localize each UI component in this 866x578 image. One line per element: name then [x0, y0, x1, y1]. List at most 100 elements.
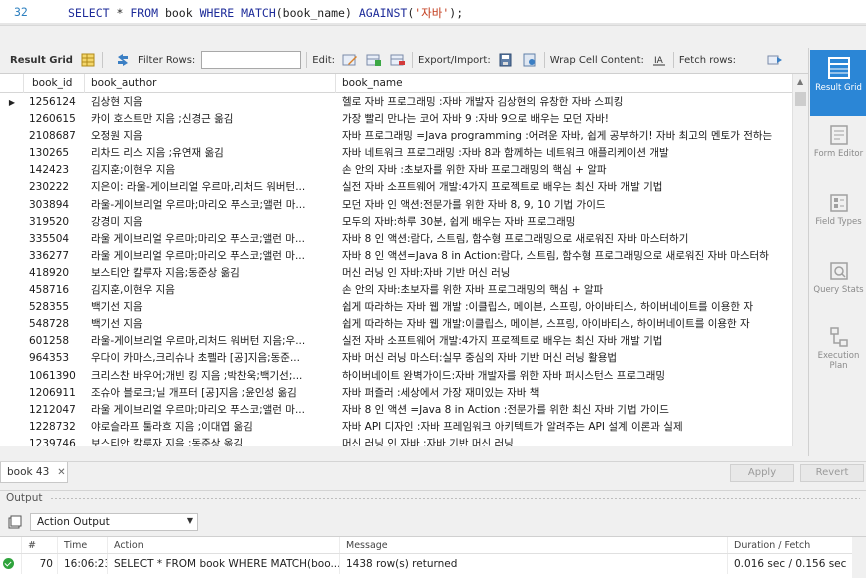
table-cell[interactable]: 지은이: 라울-게이브리얼 우르마,리처드 워버턴... [85, 179, 336, 196]
table-row[interactable]: 142423 김지훈;이현우 지음 손 안의 자바 :초보자를 위한 자바 프로그래… [0, 162, 792, 179]
row-selector[interactable] [0, 145, 24, 162]
table-cell[interactable]: 야로슬라프 툴라흐 지음 ;이대엽 옮김 [85, 419, 336, 436]
table-cell[interactable]: 모두의 자바:하루 30분, 쉽게 배우는 자바 프로그래밍 [336, 214, 792, 231]
grid-scrollbar[interactable]: ▲ [792, 74, 808, 446]
scroll-thumb[interactable] [795, 92, 806, 106]
table-cell[interactable]: 조슈아 블로크;닐 개프터 [공]지음 ;윤인성 옮김 [85, 385, 336, 402]
table-cell[interactable]: 336277 [24, 248, 85, 265]
table-cell[interactable]: 964353 [24, 350, 85, 367]
table-cell[interactable]: 1260615 [24, 111, 85, 128]
table-row[interactable]: 1260615 카이 호스트만 지음 ;신경근 옮김 가장 빨리 만나는 코어 자바… [0, 111, 792, 128]
table-cell[interactable]: 모던 자바 인 액션:전문가를 위한 자바 8, 9, 10 기법 가이드 [336, 197, 792, 214]
close-icon[interactable]: ✕ [57, 467, 65, 478]
table-cell[interactable]: 1206911 [24, 385, 85, 402]
editor-scrollbar[interactable] [0, 23, 866, 25]
fetch-next-icon[interactable] [766, 52, 784, 68]
table-cell[interactable]: 우다이 카마스,크리슈나 초펠라 [공]지음;동준... [85, 350, 336, 367]
current-row-marker[interactable]: ▶ [0, 94, 24, 111]
table-cell[interactable]: 실전 자바 소프트웨어 개발:4가지 프로젝트로 배우는 최신 자바 개발 기법 [336, 179, 792, 196]
table-row[interactable]: 1239746 보스티안 칼루자 지음 ;동준상 옮김 머신 러닝 인 자바 :자바… [0, 436, 792, 446]
table-cell[interactable]: 자바 머신 러닝 마스터:실무 중심의 자바 기반 머신 러닝 활용법 [336, 350, 792, 367]
table-cell[interactable]: 2108687 [24, 128, 85, 145]
table-row[interactable]: 130265 리차드 리스 지음 ;유연재 옮김 자바 네트워크 프로그래밍 :자바… [0, 145, 792, 162]
table-cell[interactable]: 김지훈,이현우 지음 [85, 282, 336, 299]
row-selector[interactable] [0, 419, 24, 436]
row-selector[interactable] [0, 128, 24, 145]
table-cell[interactable]: 1256124 [24, 94, 85, 111]
row-selector[interactable] [0, 248, 24, 265]
table-row[interactable]: 964353 우다이 카마스,크리슈나 초펠라 [공]지음;동준... 자바 머신 … [0, 350, 792, 367]
table-cell[interactable]: 자바 퍼즐러 :세상에서 가장 재미있는 자바 책 [336, 385, 792, 402]
column-header[interactable]: book_author [85, 74, 336, 93]
row-selector[interactable] [0, 316, 24, 333]
table-cell[interactable]: 손 안의 자바:초보자를 위한 자바 프로그래밍의 핵심 + 알파 [336, 282, 792, 299]
side-result-grid-button[interactable]: Result Grid [810, 50, 866, 116]
table-cell[interactable]: 리차드 리스 지음 ;유연재 옮김 [85, 145, 336, 162]
table-cell[interactable]: 하이버네이트 완벽가이드:자바 개발자를 위한 자바 퍼시스턴스 프로그래밍 [336, 368, 792, 385]
table-cell[interactable]: 쉽게 따라하는 자바 웹 개발 :이클립스, 메이븐, 스프링, 아이바티스, … [336, 299, 792, 316]
table-cell[interactable]: 머신 러닝 인 자바:자바 기반 머신 러닝 [336, 265, 792, 282]
table-cell[interactable]: 130265 [24, 145, 85, 162]
sql-code-line[interactable]: SELECT * FROM book WHERE MATCH(book_name… [68, 5, 463, 21]
table-cell[interactable]: 335504 [24, 231, 85, 248]
table-row[interactable]: 303894 라울-게이브리얼 우르마;마리오 푸스코;앨런 마... 모던 자바 … [0, 197, 792, 214]
table-cell[interactable]: 142423 [24, 162, 85, 179]
table-row[interactable]: 1206911 조슈아 블로크;닐 개프터 [공]지음 ;윤인성 옮김 자바 퍼즐러… [0, 385, 792, 402]
table-row[interactable]: 335504 라울 게이브리얼 우르마;마리오 푸스코;앨런 마... 자바 8 인… [0, 231, 792, 248]
import-icon[interactable] [521, 52, 539, 68]
table-row[interactable]: 601258 라울-게이브리얼 우르마,리처드 워버턴 지음;우... 실전 자바 … [0, 333, 792, 350]
side-query-stats-button[interactable]: Query Stats [810, 254, 866, 320]
table-row[interactable]: 548728 백기선 지음 쉽게 따라하는 자바 웹 개발:이클립스, 메이븐, 스… [0, 316, 792, 333]
wrap-text-icon[interactable]: IA [650, 52, 668, 68]
row-selector[interactable] [0, 436, 24, 446]
row-selector[interactable] [0, 265, 24, 282]
row-selector[interactable] [0, 197, 24, 214]
row-selector[interactable] [0, 299, 24, 316]
row-selector[interactable] [0, 214, 24, 231]
table-row[interactable]: 528355 백기선 지음 쉽게 따라하는 자바 웹 개발 :이클립스, 메이븐, … [0, 299, 792, 316]
table-cell[interactable]: 쉽게 따라하는 자바 웹 개발:이클립스, 메이븐, 스프링, 아이바티스, 하… [336, 316, 792, 333]
table-cell[interactable]: 자바 8 인 액션:람다, 스트림, 함수형 프로그래밍으로 새로워진 자바 마… [336, 231, 792, 248]
edit-row-icon[interactable] [341, 52, 359, 68]
column-header[interactable]: book_id [24, 74, 85, 93]
table-cell[interactable]: 458716 [24, 282, 85, 299]
table-cell[interactable]: 오정원 지음 [85, 128, 336, 145]
refresh-icon[interactable] [114, 52, 132, 68]
table-cell[interactable]: 자바 네트워크 프로그래밍 :자바 8과 함께하는 네트워크 애플리케이션 개발 [336, 145, 792, 162]
table-cell[interactable]: 손 안의 자바 :초보자를 위한 자바 프로그래밍의 핵심 + 알파 [336, 162, 792, 179]
apply-button[interactable]: Apply [730, 464, 794, 482]
table-row[interactable]: 336277 라울 게이브리얼 우르마;마리오 푸스코;앨런 마... 자바 8 인… [0, 248, 792, 265]
table-row[interactable]: 2108687 오정원 지음 자바 프로그래밍 =Java programming … [0, 128, 792, 145]
column-header[interactable]: book_name [336, 74, 792, 93]
table-cell[interactable]: 1239746 [24, 436, 85, 446]
table-cell[interactable]: 1228732 [24, 419, 85, 436]
table-cell[interactable]: 백기선 지음 [85, 316, 336, 333]
table-row[interactable]: 319520 강경미 지음 모두의 자바:하루 30분, 쉽게 배우는 자바 프로그… [0, 214, 792, 231]
table-cell[interactable]: 자바 8 인 액션=Java 8 in Action:람다, 스트림, 함수형 … [336, 248, 792, 265]
output-scrollbar[interactable] [852, 537, 866, 578]
sql-editor[interactable]: 32 SELECT * FROM book WHERE MATCH(book_n… [0, 0, 866, 26]
side-execution-plan-button[interactable]: Execution Plan [810, 320, 866, 386]
export-icon[interactable] [497, 52, 515, 68]
table-row[interactable]: 1061390 크리스찬 바우어;개빈 킹 지음 ;박찬욱;백기선;... 하이버네… [0, 368, 792, 385]
delete-row-icon[interactable] [389, 52, 407, 68]
scroll-up-icon[interactable]: ▲ [797, 77, 803, 86]
row-selector[interactable] [0, 282, 24, 299]
table-row[interactable]: 1212047 라울 게이브리얼 우르마;마리오 푸스코;앨런 마... 자바 8 … [0, 402, 792, 419]
table-cell[interactable]: 보스티안 칼루자 지음 ;동준상 옮김 [85, 436, 336, 446]
table-cell[interactable]: 자바 프로그래밍 =Java programming :어려운 자바, 쉽게 공… [336, 128, 792, 145]
table-cell[interactable]: 라울 게이브리얼 우르마;마리오 푸스코;앨런 마... [85, 248, 336, 265]
side-field-types-button[interactable]: Field Types [810, 186, 866, 252]
table-cell[interactable]: 김지훈;이현우 지음 [85, 162, 336, 179]
table-cell[interactable]: 303894 [24, 197, 85, 214]
table-row[interactable]: 1228732 야로슬라프 툴라흐 지음 ;이대엽 옮김 자바 API 디자인 :자… [0, 419, 792, 436]
splitter-handle[interactable] [50, 497, 860, 500]
row-selector[interactable] [0, 162, 24, 179]
result-grid[interactable]: book_id book_author book_name ▶ 1256124 김상… [0, 73, 808, 446]
revert-button[interactable]: Revert [800, 464, 864, 482]
row-selector[interactable] [0, 231, 24, 248]
row-selector[interactable] [0, 350, 24, 367]
table-row[interactable]: 230222 지은이: 라울-게이브리얼 우르마,리처드 워버턴... 실전 자바 … [0, 179, 792, 196]
table-cell[interactable]: 230222 [24, 179, 85, 196]
table-cell[interactable]: 백기선 지음 [85, 299, 336, 316]
